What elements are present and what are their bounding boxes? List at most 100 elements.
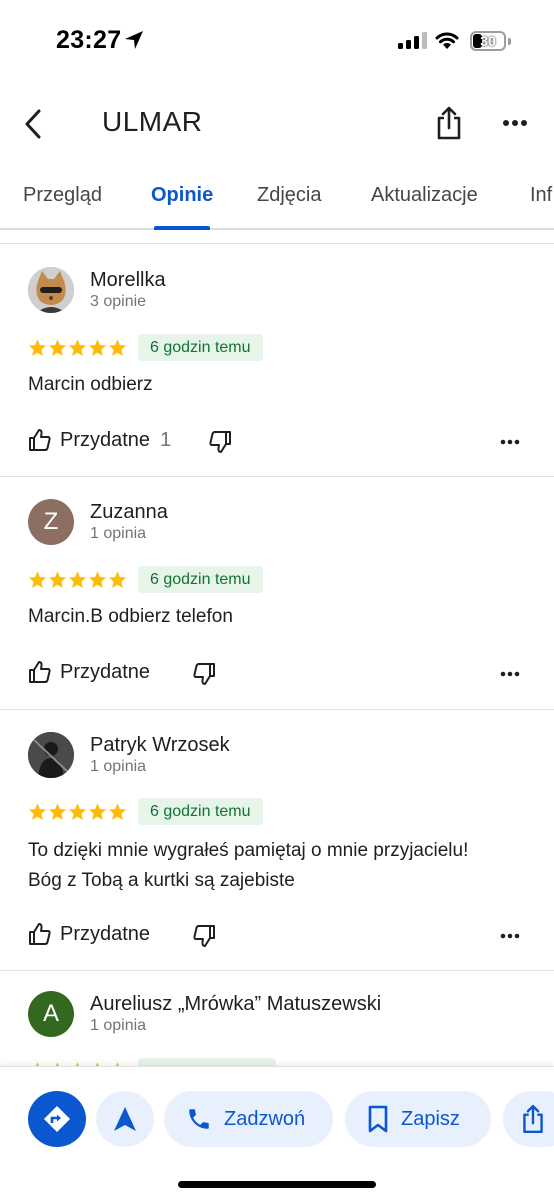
- chevron-left-icon: [25, 109, 41, 139]
- home-indicator: [178, 1181, 376, 1188]
- call-button[interactable]: Zadzwoń: [164, 1091, 333, 1147]
- tab-photos[interactable]: Zdjęcia: [257, 184, 321, 207]
- review-card: Patryk Wrzosek 1 opinia 6 godzin temu To…: [0, 710, 554, 970]
- cat-avatar-image: [28, 267, 74, 313]
- thumb-down-icon: [193, 925, 215, 947]
- reviewer-name[interactable]: Morellka: [90, 269, 166, 292]
- share-icon: [437, 106, 461, 140]
- review-card: Morellka 3 opinie 6 godzin temu Marcin o…: [0, 244, 554, 477]
- save-label: Zapisz: [401, 1107, 460, 1130]
- thumb-up-icon: [29, 923, 51, 945]
- star-icon: [68, 803, 87, 820]
- action-bar: Zadzwoń Zapisz: [0, 1066, 554, 1200]
- battery-tip: [508, 38, 511, 45]
- helpful-button[interactable]: Przydatne 1: [28, 428, 171, 452]
- save-button[interactable]: Zapisz: [345, 1091, 491, 1147]
- review-time-badge: 6 godzin temu: [138, 566, 263, 593]
- directions-button[interactable]: [28, 1091, 86, 1147]
- avatar[interactable]: Z: [28, 499, 74, 545]
- phone-icon: [189, 1109, 209, 1129]
- place-header: ULMAR: [0, 92, 554, 154]
- avatar[interactable]: A: [28, 991, 74, 1037]
- more-options-button[interactable]: [496, 106, 534, 140]
- more-horizontal-icon: [503, 120, 527, 126]
- helpful-count: 1: [160, 428, 172, 451]
- battery-icon: 30: [470, 31, 506, 51]
- review-text-line: Bóg z Tobą a kurtki są zajebiste: [28, 870, 295, 891]
- review-card: Z Zuzanna 1 opinia 6 godzin temu Marcin.…: [0, 477, 554, 709]
- battery-level: 30: [480, 33, 496, 49]
- call-label: Zadzwoń: [224, 1107, 306, 1130]
- review-text: To dzięki mnie wygrałeś pamiętaj o mnie …: [28, 836, 528, 896]
- star-icon: [108, 803, 127, 820]
- star-icon: [88, 339, 107, 356]
- star-icon: [28, 571, 47, 588]
- cell-signal-icon: [398, 32, 427, 49]
- not-helpful-button[interactable]: [206, 428, 234, 456]
- star-icon: [48, 339, 67, 356]
- review-more-button[interactable]: [496, 428, 524, 456]
- star-icon: [108, 571, 127, 588]
- place-title: ULMAR: [102, 106, 203, 137]
- tab-updates[interactable]: Aktualizacje: [371, 184, 478, 207]
- tab-info[interactable]: Inf: [530, 184, 552, 207]
- review-time-badge: 6 godzin temu: [138, 334, 263, 361]
- avatar[interactable]: [28, 732, 74, 778]
- place-tabs: Przegląd Opinie Zdjęcia Aktualizacje Inf: [0, 168, 554, 230]
- tab-reviews[interactable]: Opinie: [151, 184, 213, 207]
- helpful-button[interactable]: Przydatne: [28, 922, 150, 946]
- star-icon: [68, 339, 87, 356]
- helpful-label: Przydatne: [60, 428, 151, 451]
- review-text-line: To dzięki mnie wygrałeś pamiętaj o mnie …: [28, 840, 469, 861]
- review-time-badge: 6 godzin temu: [138, 798, 263, 825]
- helpful-label: Przydatne: [60, 922, 151, 945]
- star-icon: [108, 339, 127, 356]
- more-horizontal-icon: [500, 439, 520, 445]
- start-navigation-button[interactable]: [96, 1091, 154, 1147]
- avatar[interactable]: [28, 267, 74, 313]
- star-rating: [28, 338, 127, 357]
- thumb-down-icon: [209, 431, 231, 453]
- share-icon: [523, 1104, 543, 1134]
- star-icon: [48, 803, 67, 820]
- more-horizontal-icon: [500, 933, 520, 939]
- review-more-button[interactable]: [496, 660, 524, 688]
- helpful-label: Przydatne: [60, 660, 151, 683]
- star-icon: [28, 803, 47, 820]
- star-rating: [28, 570, 127, 589]
- back-button[interactable]: [16, 104, 50, 144]
- review-card: A Aureliusz „Mrówka” Matuszewski 1 opini…: [0, 971, 554, 1066]
- star-icon: [88, 571, 107, 588]
- review-more-button[interactable]: [496, 922, 524, 950]
- reviewer-name[interactable]: Patryk Wrzosek: [90, 734, 230, 757]
- reviewer-review-count: 1 opinia: [90, 758, 147, 775]
- star-icon: [68, 571, 87, 588]
- review-time-badge: [138, 1058, 276, 1066]
- share-place-button[interactable]: [503, 1091, 554, 1147]
- star-icon: [28, 339, 47, 356]
- reviewer-review-count: 1 opinia: [90, 1017, 147, 1034]
- not-helpful-button[interactable]: [190, 660, 218, 688]
- helpful-button[interactable]: Przydatne: [28, 660, 150, 684]
- more-horizontal-icon: [500, 671, 520, 677]
- profile-photo-image: [28, 732, 74, 778]
- star-icon: [48, 571, 67, 588]
- location-arrow-icon: [125, 31, 143, 49]
- tab-overview[interactable]: Przegląd: [23, 184, 102, 207]
- star-rating: [28, 802, 127, 821]
- navigation-arrow-icon: [114, 1107, 136, 1131]
- thumb-down-icon: [193, 663, 215, 685]
- share-button[interactable]: [430, 102, 468, 144]
- wifi-icon: [435, 32, 459, 49]
- star-icon: [88, 803, 107, 820]
- thumb-up-icon: [29, 429, 51, 451]
- not-helpful-button[interactable]: [190, 922, 218, 950]
- directions-icon: [44, 1106, 70, 1132]
- review-text: Marcin.B odbierz telefon: [28, 606, 233, 627]
- active-tab-indicator: [154, 226, 210, 230]
- thumb-up-icon: [29, 661, 51, 683]
- status-bar: 23:27 30: [0, 0, 554, 80]
- reviewer-name[interactable]: Aureliusz „Mrówka” Matuszewski: [90, 993, 381, 1016]
- reviewer-review-count: 1 opinia: [90, 525, 147, 542]
- reviewer-name[interactable]: Zuzanna: [90, 501, 168, 524]
